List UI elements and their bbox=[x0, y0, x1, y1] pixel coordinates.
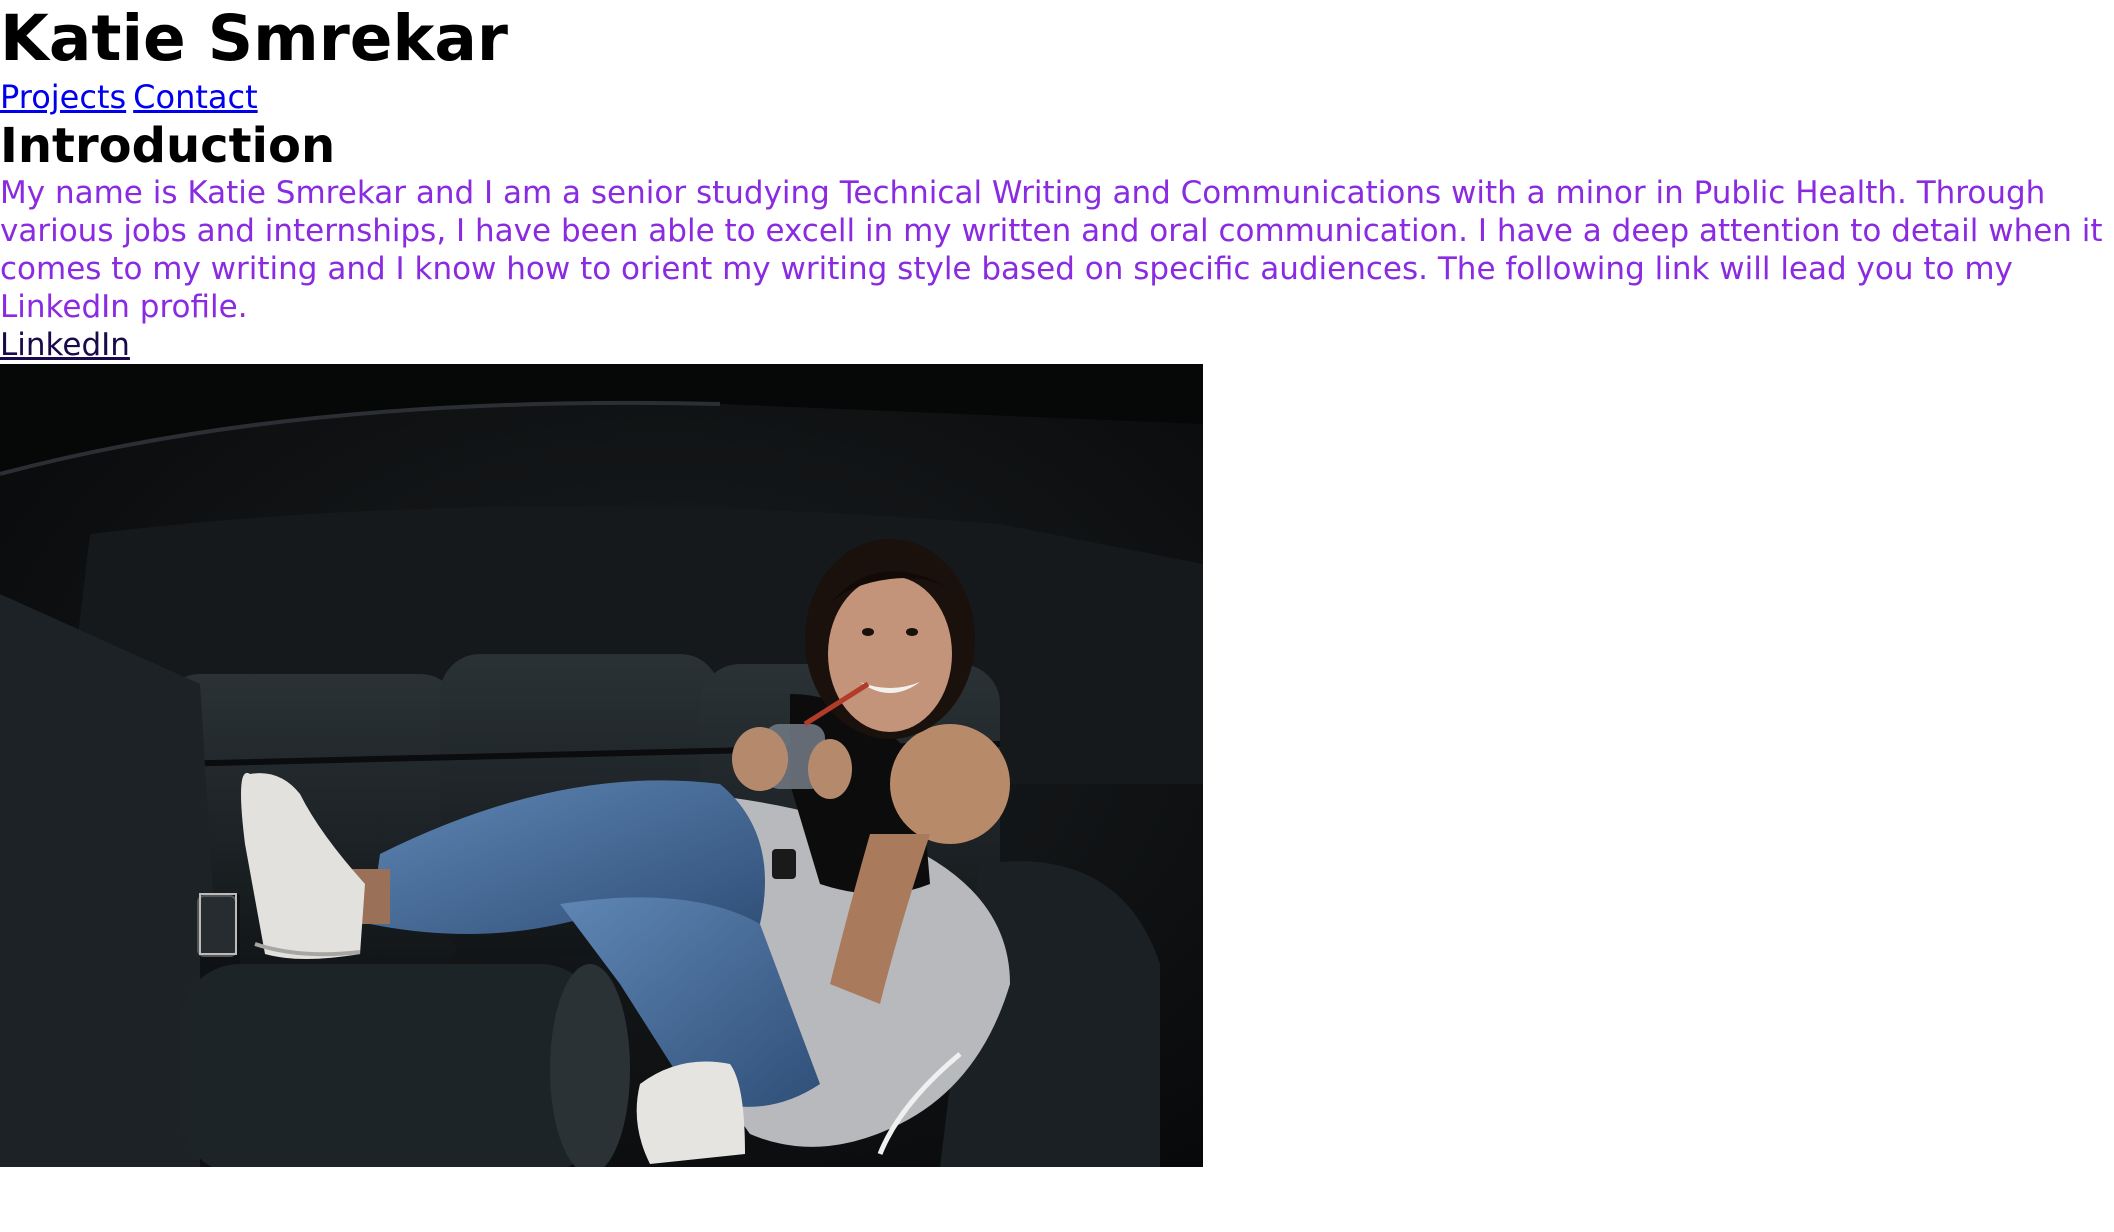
nav-link-contact[interactable]: Contact bbox=[133, 78, 258, 116]
nav-link-projects[interactable]: Projects bbox=[0, 78, 126, 116]
linkedin-link[interactable]: LinkedIn bbox=[0, 326, 130, 364]
profile-photo bbox=[0, 364, 1203, 1167]
profile-photo-illustration bbox=[0, 364, 1203, 1167]
section-heading-introduction: Introduction bbox=[0, 118, 336, 174]
site-title: Katie Smrekar bbox=[0, 2, 508, 75]
intro-paragraph: My name is Katie Smrekar and I am a seni… bbox=[0, 175, 2103, 325]
main-nav: Projects Contact bbox=[0, 76, 265, 118]
